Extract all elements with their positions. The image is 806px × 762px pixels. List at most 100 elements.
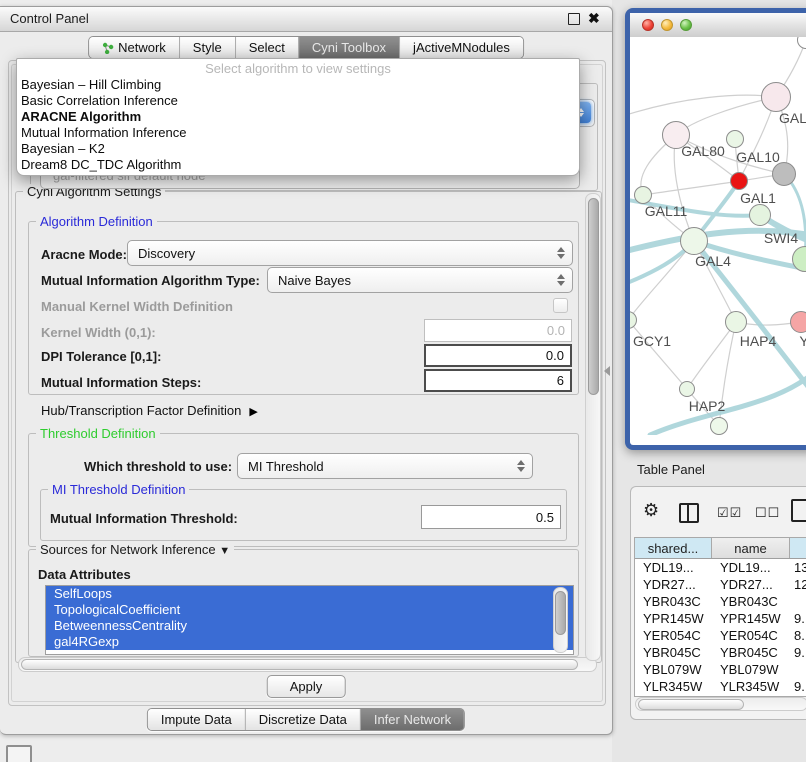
zoom-traffic-light[interactable] (680, 19, 692, 31)
manual-kernel-width-label: Manual Kernel Width Definition (41, 299, 233, 314)
network-node-y[interactable] (790, 311, 806, 333)
network-node-hap2[interactable] (679, 381, 695, 397)
which-threshold-combobox[interactable]: MI Threshold (237, 453, 533, 479)
aracne-mode-combobox[interactable]: Discovery (127, 240, 573, 266)
network-node[interactable] (726, 130, 744, 148)
network-canvas[interactable]: GALGAL80GAL10GAL1GAL11SWI4GAL4GCY1HAP4YH… (630, 37, 806, 435)
tab-cyni-toolbox[interactable]: Cyni Toolbox (299, 37, 400, 58)
table-row[interactable]: YDL19...YDL19...13 (635, 559, 806, 576)
tab-network[interactable]: Network (89, 37, 180, 58)
table-row[interactable]: YER054CYER054C8. (635, 627, 806, 644)
close-icon[interactable]: ✖ (588, 10, 600, 27)
data-attribute-item[interactable]: gal4RGexp (46, 634, 573, 650)
settings-vertical-scrollbar[interactable] (585, 193, 601, 661)
table-horizontal-scrollbar[interactable] (635, 697, 806, 711)
table-row[interactable]: YLR345WYLR345W9. (635, 678, 806, 695)
dpi-tolerance-field[interactable]: 0.0 (424, 344, 572, 367)
algorithm-option[interactable]: Bayesian – K2 (17, 141, 579, 157)
table-row[interactable]: YBL079WYBL079W (635, 661, 806, 678)
hub-transcription-factor-expander[interactable]: Hub/Transcription Factor Definition ▶ (41, 403, 258, 418)
network-window-titlebar[interactable] (630, 13, 806, 38)
table-cell (790, 661, 806, 678)
column-header-shared[interactable]: shared... (635, 538, 712, 558)
select-all-columns-icon[interactable]: ☑☑ (717, 505, 742, 521)
table-scrollbar-thumb[interactable] (638, 699, 744, 710)
network-node-swi4[interactable] (749, 204, 771, 226)
hub-transcription-factor-label: Hub/Transcription Factor Definition (41, 403, 241, 418)
table-cell: 9. (790, 678, 806, 695)
mi-steps-label: Mutual Information Steps: (41, 375, 201, 390)
tab-discretize-data[interactable]: Discretize Data (246, 709, 361, 730)
mi-steps-field[interactable]: 6 (424, 369, 572, 392)
network-view-window: GALGAL80GAL10GAL1GAL11SWI4GAL4GCY1HAP4YH… (625, 8, 806, 450)
network-node-gal4[interactable] (680, 227, 708, 255)
table-cell: YBR045C (635, 644, 712, 661)
dpi-tolerance-label: DPI Tolerance [0,1]: (41, 349, 161, 364)
tab-select[interactable]: Select (236, 37, 299, 58)
control-panel-window: Control Panel ✖ NetworkStyleSelectCyni T… (0, 6, 613, 735)
columns-icon[interactable] (679, 503, 699, 523)
which-threshold-label: Which threshold to use: (84, 459, 232, 474)
data-attribute-item[interactable]: BetweennessCentrality (46, 618, 573, 634)
algorithm-definition-title: Algorithm Definition (36, 214, 157, 229)
deselect-all-columns-icon[interactable]: ☐☐ (755, 505, 780, 521)
table-cell: YPR145W (635, 610, 712, 627)
table-row[interactable]: YBR043CYBR043C (635, 593, 806, 610)
gear-icon[interactable]: ⚙ (643, 501, 659, 519)
algorithm-option[interactable]: Basic Correlation Inference (17, 93, 579, 109)
tab-style[interactable]: Style (180, 37, 236, 58)
mi-algorithm-type-combobox[interactable]: Naive Bayes (267, 267, 573, 293)
manual-kernel-width-checkbox[interactable] (553, 298, 568, 313)
mi-threshold-value: 0.5 (536, 510, 554, 525)
tab-impute-data[interactable]: Impute Data (148, 709, 246, 730)
attributes-list-scrollbar[interactable] (553, 587, 568, 653)
export-table-icon[interactable] (791, 499, 806, 522)
table-cell: YDL19... (635, 559, 712, 576)
table-toolbar: ⚙ ☑☑ ☐☐ (631, 493, 806, 531)
close-traffic-light[interactable] (642, 19, 654, 31)
table-row[interactable]: YBR045CYBR045C9. (635, 644, 806, 661)
algorithm-option[interactable]: Mutual Information Inference (17, 125, 579, 141)
network-node-gal80[interactable] (662, 121, 690, 149)
table-cell: YBL079W (712, 661, 790, 678)
network-node-gal10[interactable] (772, 162, 796, 186)
tab-label: Impute Data (161, 712, 232, 727)
mi-threshold-field[interactable]: 0.5 (421, 505, 561, 529)
settings-horizontal-scrollbar[interactable] (18, 657, 597, 672)
data-attribute-item[interactable]: SelfLoops (46, 586, 573, 602)
network-node-gal[interactable] (761, 82, 791, 112)
algorithm-dropdown-popup: Select algorithm to view settings Bayesi… (16, 58, 580, 176)
panel-splitter-handle[interactable] (604, 366, 610, 376)
algorithm-option[interactable]: Dream8 DC_TDC Algorithm (17, 157, 579, 173)
table-row[interactable]: YPR145WYPR145W9. (635, 610, 806, 627)
apply-button[interactable]: Apply (267, 675, 346, 698)
tab-label: Style (193, 40, 222, 55)
float-window-icon[interactable] (568, 13, 580, 25)
data-attribute-item[interactable]: TopologicalCoefficient (46, 602, 573, 618)
network-node-gal11[interactable] (634, 186, 652, 204)
algorithm-option[interactable]: ARACNE Algorithm (17, 109, 579, 125)
algorithm-option[interactable]: Bayesian – Hill Climbing (17, 77, 579, 93)
minimize-traffic-light[interactable] (661, 19, 673, 31)
kernel-width-field[interactable]: 0.0 (424, 319, 572, 342)
settings-scrollbar-thumb[interactable] (588, 198, 599, 395)
tab-jactivemnodules[interactable]: jActiveMNodules (400, 37, 523, 58)
column-header-name[interactable]: name (712, 538, 790, 558)
attributes-scrollbar-thumb[interactable] (555, 591, 566, 635)
network-node-hap4[interactable] (725, 311, 747, 333)
horizontal-scrollbar-thumb[interactable] (21, 659, 578, 670)
table-row[interactable]: YDR27...YDR27...12 (635, 576, 806, 593)
network-node-gal1[interactable] (730, 172, 748, 190)
docked-panel-icon[interactable] (6, 745, 32, 762)
tab-label: Network (118, 40, 166, 55)
network-node[interactable] (710, 417, 728, 435)
collapse-caret-icon: ▼ (219, 545, 230, 557)
sources-group-title[interactable]: Sources for Network Inference ▼ (36, 542, 234, 557)
column-header-A[interactable]: A (790, 538, 806, 558)
cyni-bottom-tabbar: Impute Data Discretize DataInfer Network (147, 708, 465, 731)
table-cell: YLR345W (635, 678, 712, 695)
table-cell: 8. (790, 627, 806, 644)
tab-infer-network[interactable]: Infer Network (361, 709, 464, 730)
table-cell: 9. (790, 610, 806, 627)
expander-caret-icon: ▶ (249, 405, 257, 418)
